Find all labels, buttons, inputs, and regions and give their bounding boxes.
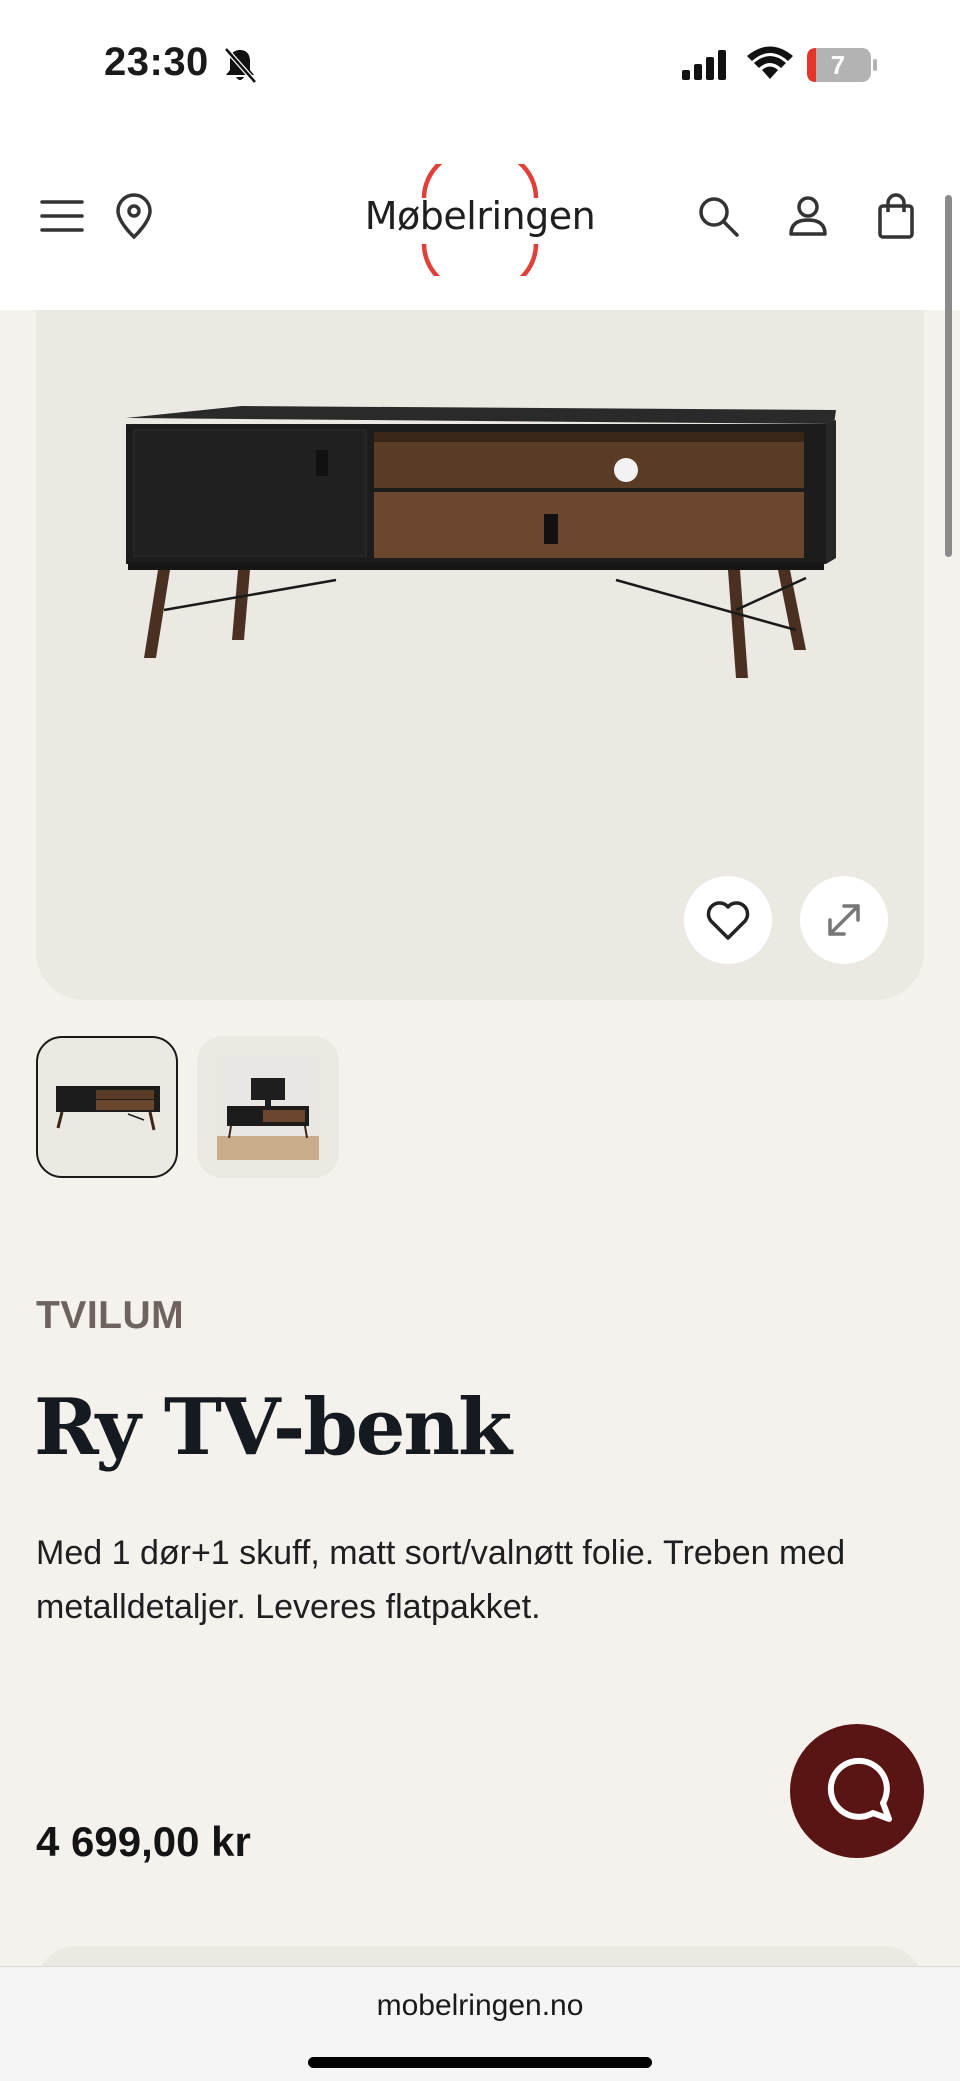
home-indicator[interactable]	[308, 2057, 652, 2068]
thumbnail-image	[56, 1086, 160, 1131]
cart-icon[interactable]	[872, 192, 920, 240]
signal-icon	[682, 50, 726, 80]
product-title: Ry TV-benk	[34, 1382, 512, 1473]
logo[interactable]: Møbelringen	[360, 164, 600, 276]
status-bar: 23:30 7	[0, 0, 960, 130]
account-icon[interactable]	[784, 192, 832, 240]
menu-icon[interactable]	[38, 192, 86, 240]
battery-level: 7	[830, 50, 846, 80]
thumbnail-1[interactable]	[36, 1036, 178, 1178]
status-time: 23:30	[104, 40, 209, 84]
favorite-button[interactable]	[684, 876, 772, 964]
thumbnail-image	[217, 1056, 319, 1160]
browser-url[interactable]: mobelringen.no	[0, 1989, 960, 2023]
browser-address-bar[interactable]: mobelringen.no	[0, 1966, 960, 2081]
scrollbar[interactable]	[945, 195, 952, 557]
wifi-icon	[747, 46, 793, 79]
site-header: Møbelringen	[0, 130, 960, 310]
bell-slash-icon	[224, 47, 257, 84]
tv-bench-illustration	[126, 406, 836, 678]
search-icon[interactable]	[694, 192, 742, 240]
expand-image-button[interactable]	[800, 876, 888, 964]
logo-text: Møbelringen	[364, 194, 596, 238]
location-icon[interactable]	[110, 192, 158, 240]
product-image[interactable]	[36, 310, 924, 1000]
thumbnail-2[interactable]	[197, 1036, 339, 1178]
product-price: 4 699,00 kr	[36, 1818, 251, 1865]
chat-icon	[827, 1757, 892, 1822]
expand-icon	[828, 904, 860, 936]
product-description: Med 1 dør+1 skuff, matt sort/valnøtt fol…	[36, 1534, 846, 1626]
product-brand[interactable]: TVILUM	[36, 1294, 184, 1338]
heart-icon	[706, 901, 750, 940]
chat-button[interactable]	[790, 1724, 924, 1858]
